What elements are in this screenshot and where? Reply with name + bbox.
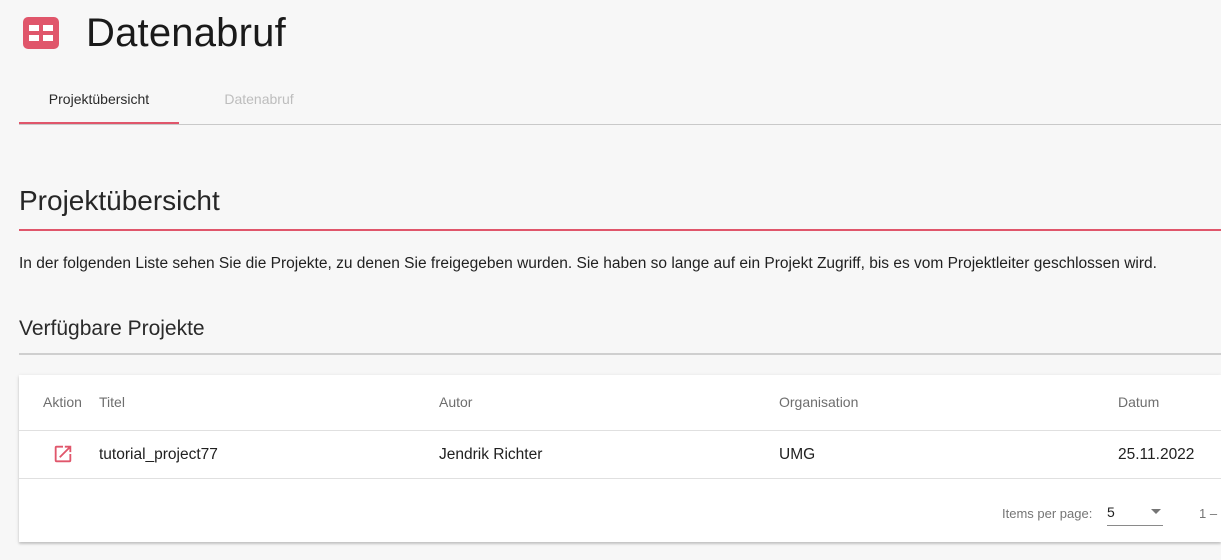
column-header-datum: Datum <box>1118 394 1160 410</box>
items-per-page-select[interactable]: 5 <box>1107 501 1163 526</box>
column-header-organisation: Organisation <box>779 394 859 410</box>
subsection-divider <box>19 353 1221 355</box>
dropdown-arrow-icon <box>1151 509 1161 514</box>
column-header-titel: Titel <box>99 394 125 410</box>
cell-autor: Jendrik Richter <box>439 446 543 463</box>
subsection-heading: Verfügbare Projekte <box>19 317 205 340</box>
items-per-page-label: Items per page: <box>1002 506 1093 521</box>
section-divider <box>19 229 1221 231</box>
tab-projektuebersicht[interactable]: Projektübersicht <box>19 76 179 124</box>
section-description: In der folgenden Liste sehen Sie die Pro… <box>19 255 1157 272</box>
paginator: Items per page: 5 1 – <box>19 479 1221 542</box>
cell-titel: tutorial_project77 <box>99 446 218 463</box>
open-in-new-icon[interactable] <box>52 443 74 465</box>
table-grid-icon <box>23 17 59 49</box>
column-header-autor: Autor <box>439 394 473 410</box>
projects-table: Aktion Titel Autor Organisation Datum tu… <box>19 375 1221 542</box>
cell-organisation: UMG <box>779 446 816 463</box>
tab-bar: Projektübersicht Datenabruf <box>19 76 1221 125</box>
tab-datenabruf[interactable]: Datenabruf <box>179 76 339 122</box>
page: Datenabruf Projektübersicht Datenabruf P… <box>0 0 1221 560</box>
items-per-page-value: 5 <box>1107 504 1115 520</box>
page-title: Datenabruf <box>86 11 286 55</box>
page-range-label: 1 – <box>1199 506 1218 521</box>
section-heading: Projektübersicht <box>19 185 220 216</box>
app-header: Datenabruf <box>0 0 1221 70</box>
column-header-aktion: Aktion <box>43 394 82 410</box>
cell-datum: 25.11.2022 <box>1118 446 1195 463</box>
table-header-row: Aktion Titel Autor Organisation Datum <box>19 375 1221 431</box>
table-row: tutorial_project77 Jendrik Richter UMG 2… <box>19 431 1221 479</box>
